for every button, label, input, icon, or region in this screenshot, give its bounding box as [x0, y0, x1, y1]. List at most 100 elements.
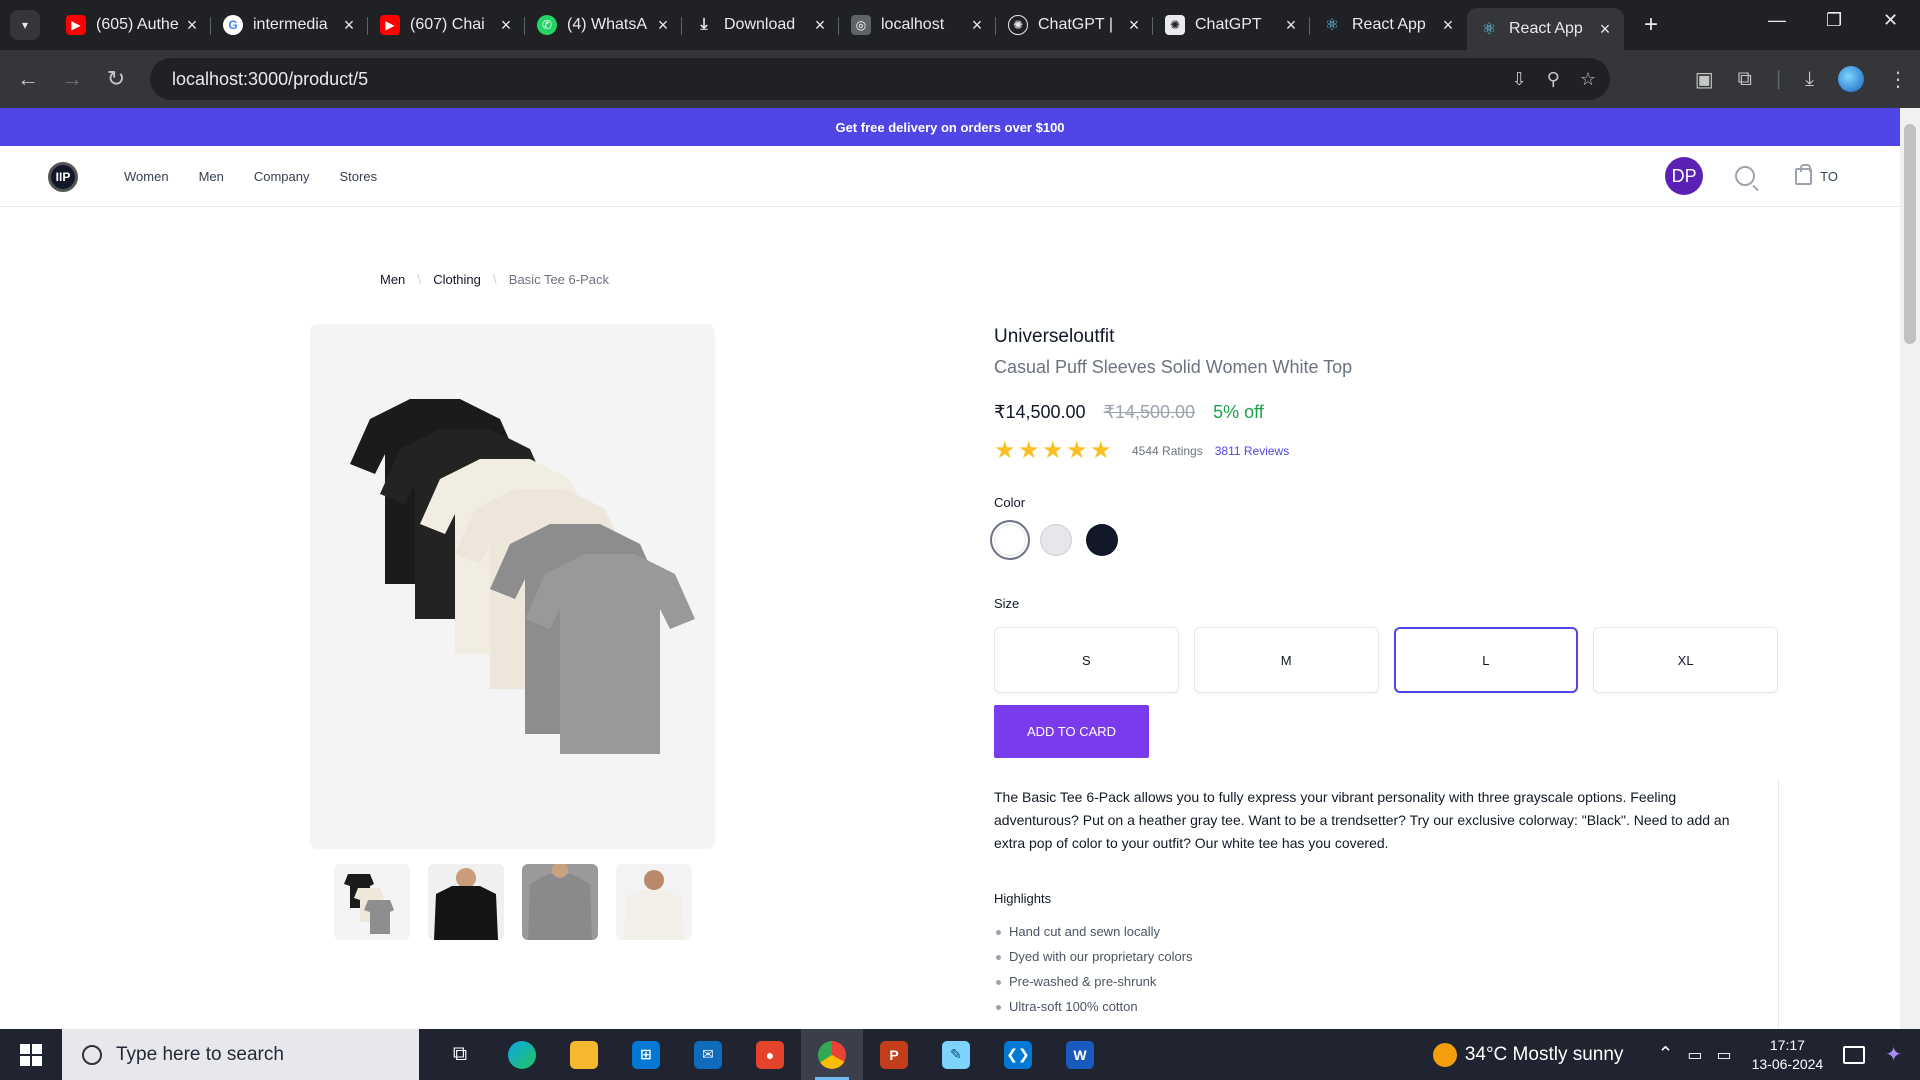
- breadcrumb-item[interactable]: Men: [380, 272, 405, 287]
- browser-tab[interactable]: ✺ ChatGPT | ×: [996, 5, 1153, 45]
- task-view-icon[interactable]: ⧉: [429, 1029, 491, 1080]
- search-icon[interactable]: [1735, 166, 1756, 186]
- reload-icon[interactable]: ↻: [94, 66, 138, 92]
- browser-tab-active[interactable]: ⚛ React App ×: [1467, 8, 1624, 50]
- browser-tab[interactable]: ✆ (4) WhatsA ×: [525, 5, 682, 45]
- powerpoint-icon[interactable]: P: [863, 1029, 925, 1080]
- address-bar[interactable]: i localhost:3000/product/5 ⇩ ⚲ ☆: [150, 58, 1610, 296]
- chevron-up-icon[interactable]: ⌃: [1657, 1043, 1673, 1066]
- minimize-icon[interactable]: —: [1768, 10, 1786, 31]
- tab-title: React App: [1509, 20, 1583, 37]
- sidepanel-icon[interactable]: ▣: [1695, 67, 1714, 92]
- clock[interactable]: 17:17 13-06-2024: [1752, 1036, 1824, 1074]
- back-icon[interactable]: ←: [6, 66, 50, 92]
- word-icon[interactable]: W: [1049, 1029, 1111, 1080]
- edge-icon[interactable]: [491, 1029, 553, 1080]
- highlight-item: Ultra-soft 100% cotton: [994, 999, 1778, 1014]
- install-app-icon[interactable]: ⇩: [1512, 69, 1527, 90]
- product-title: Casual Puff Sleeves Solid Women White To…: [994, 357, 1353, 377]
- cart-button[interactable]: TO: [1795, 163, 1838, 185]
- color-swatch-gray[interactable]: [1040, 524, 1072, 556]
- network-icon[interactable]: ▭: [1687, 1045, 1702, 1065]
- close-icon[interactable]: ×: [1439, 15, 1457, 36]
- browser-tab[interactable]: G intermedia ×: [211, 5, 368, 45]
- shopping-bag-icon: [1795, 163, 1813, 185]
- chatgpt-icon: ✺: [1008, 15, 1028, 35]
- site-logo[interactable]: IIP: [48, 162, 78, 192]
- browser-tab[interactable]: ⤓ Download ×: [682, 5, 839, 45]
- vscode-icon[interactable]: ❮❯: [987, 1029, 1049, 1080]
- color-swatch-black[interactable]: [1086, 524, 1118, 556]
- copilot-icon[interactable]: ✦: [1885, 1042, 1902, 1067]
- close-icon[interactable]: ×: [968, 15, 986, 36]
- browser-toolbar: ← → ↻ i localhost:3000/product/5 ⇩ ⚲ ☆ ▣…: [0, 50, 1920, 296]
- tab-title: localhost: [881, 16, 945, 33]
- profile-avatar[interactable]: [1838, 66, 1864, 92]
- tab-search-button[interactable]: ▾: [10, 10, 40, 40]
- url-text[interactable]: localhost:3000/product/5: [172, 69, 368, 90]
- browser-tab[interactable]: ▶ (605) Authe ×: [54, 5, 211, 45]
- restore-icon[interactable]: ❐: [1826, 10, 1842, 31]
- thumbnail-image[interactable]: [334, 864, 410, 940]
- camera-icon[interactable]: ●: [739, 1029, 801, 1080]
- add-to-cart-button[interactable]: ADD TO CARD: [994, 705, 1149, 758]
- menu-item-stores[interactable]: Stores: [340, 169, 378, 184]
- close-icon[interactable]: ×: [497, 15, 515, 36]
- close-icon[interactable]: ×: [340, 15, 358, 36]
- menu-kebab-icon[interactable]: ⋮: [1888, 67, 1908, 92]
- close-icon[interactable]: ×: [1125, 15, 1143, 36]
- size-option-l[interactable]: L: [1393, 627, 1579, 693]
- main-menu: Women Men Company Stores: [124, 169, 377, 184]
- menu-item-company[interactable]: Company: [254, 169, 310, 184]
- weather-text: 34°C Mostly sunny: [1464, 1043, 1624, 1065]
- bookmark-star-icon[interactable]: ☆: [1580, 69, 1596, 90]
- chrome-icon[interactable]: [801, 1029, 863, 1080]
- close-icon[interactable]: ×: [811, 15, 829, 36]
- color-label: Color: [994, 495, 1026, 510]
- windows-start-button[interactable]: [0, 1029, 62, 1080]
- taskbar-search[interactable]: Type here to search: [62, 1029, 419, 1080]
- color-swatch-white[interactable]: [994, 524, 1026, 556]
- tab-title: (605) Authe: [96, 16, 179, 33]
- close-window-icon[interactable]: ✕: [1883, 10, 1898, 31]
- date: 13-06-2024: [1751, 1055, 1824, 1072]
- extensions-icon[interactable]: ⧉: [1738, 68, 1752, 91]
- size-option-xl[interactable]: XL: [1593, 627, 1778, 693]
- zoom-icon[interactable]: ⚲: [1547, 69, 1560, 90]
- close-icon[interactable]: ×: [1596, 19, 1614, 40]
- close-icon[interactable]: ×: [183, 15, 201, 36]
- browser-tab[interactable]: ▶ (607) Chai ×: [368, 5, 525, 45]
- windows-logo-icon: [20, 1043, 42, 1066]
- page-scrollbar[interactable]: [1900, 108, 1920, 1029]
- scrollbar-thumb[interactable]: [1904, 124, 1916, 344]
- reviews-link[interactable]: 3811 Reviews: [1215, 444, 1289, 458]
- thumbnail-image[interactable]: [428, 864, 504, 940]
- size-option-s[interactable]: S: [994, 627, 1179, 693]
- mail-icon[interactable]: ✉: [677, 1029, 739, 1080]
- close-icon[interactable]: ×: [1282, 15, 1300, 36]
- downloads-icon[interactable]: ⤓: [1805, 68, 1814, 91]
- menu-item-women[interactable]: Women: [124, 169, 169, 184]
- battery-icon[interactable]: ▭: [1716, 1045, 1731, 1065]
- weather-widget[interactable]: 34°C Mostly sunny: [1432, 1042, 1624, 1067]
- system-tray: 34°C Mostly sunny ⌃ ▭ ▭ 17:17 13-06-2024…: [1432, 1029, 1920, 1080]
- menu-item-men[interactable]: Men: [199, 169, 224, 184]
- new-tab-button[interactable]: +: [1644, 11, 1658, 39]
- thumbnail-image[interactable]: [616, 864, 692, 940]
- browser-tab[interactable]: ◎ localhost ×: [839, 5, 996, 45]
- notepad-icon[interactable]: ✎: [925, 1029, 987, 1080]
- taskbar-search-placeholder: Type here to search: [116, 1043, 284, 1065]
- user-avatar[interactable]: DP: [1665, 157, 1704, 195]
- thumbnail-image[interactable]: [522, 864, 598, 940]
- close-icon[interactable]: ×: [654, 15, 672, 36]
- store-icon[interactable]: ⊞: [615, 1029, 677, 1080]
- size-option-m[interactable]: M: [1193, 627, 1379, 693]
- file-explorer-icon[interactable]: [553, 1029, 615, 1080]
- thumbnail-gallery: [334, 864, 692, 940]
- breadcrumb-item[interactable]: Clothing: [433, 272, 481, 287]
- browser-tab[interactable]: ✺ ChatGPT ×: [1153, 5, 1310, 45]
- forward-icon[interactable]: →: [50, 66, 94, 92]
- notification-icon[interactable]: [1843, 1045, 1866, 1064]
- browser-tab[interactable]: ⚛ React App ×: [1310, 5, 1467, 45]
- discount-badge: 5% off: [1213, 402, 1264, 422]
